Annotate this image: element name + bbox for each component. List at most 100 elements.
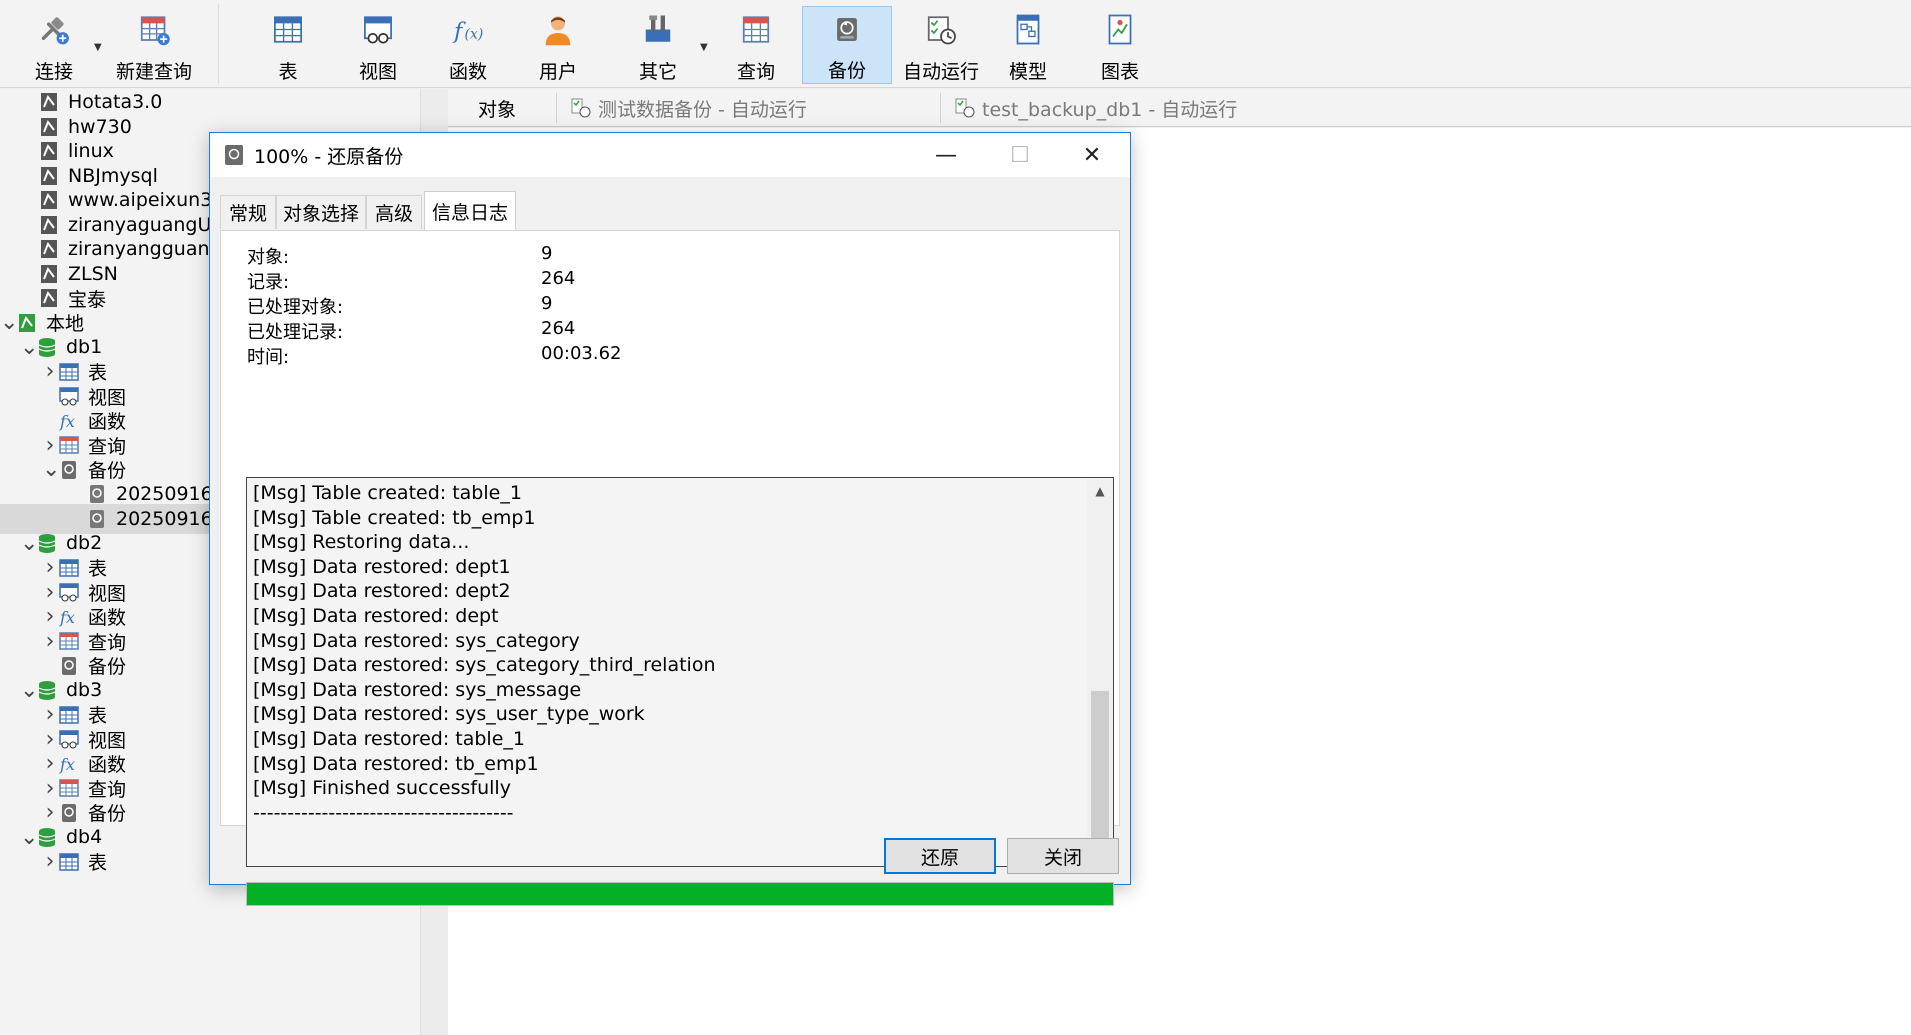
restore-backup-dialog: 100% - 还原备份 — ☐ ✕ 常规 对象选择 高级 信息日志 对象: 9 …	[209, 132, 1131, 906]
backup-file-icon	[90, 509, 104, 528]
table-icon	[59, 705, 79, 724]
query-icon	[742, 16, 770, 43]
log-line: [Msg] Data restored: dept1	[253, 555, 511, 578]
database-icon	[38, 828, 56, 847]
toolbar-label: 图表	[1100, 61, 1139, 83]
database-icon	[38, 681, 56, 700]
tree-item-label: ZLSN	[68, 262, 118, 285]
stat-objects-value: 9	[541, 243, 553, 264]
other-dropdown-caret[interactable]: ▼	[700, 42, 708, 53]
user-icon	[545, 16, 571, 46]
model-button[interactable]: 模型	[992, 6, 1064, 84]
tab-info-log[interactable]: 信息日志	[424, 191, 516, 231]
connect-dropdown-caret[interactable]: ▼	[94, 42, 102, 53]
tree-item-label: db3	[66, 679, 103, 701]
tab-label: 信息日志	[431, 202, 508, 224]
tab-label: 对象选择	[282, 203, 359, 225]
connection-active-icon	[19, 313, 35, 332]
stat-records-label: 记录:	[247, 272, 290, 293]
schedule-button[interactable]: 自动运行	[896, 6, 986, 84]
database-icon	[38, 534, 56, 553]
tree-item-label: ziranyaguangUat	[68, 213, 231, 236]
tab-label: 对象	[478, 98, 517, 121]
connection-icon	[41, 240, 57, 258]
log-line: [Msg] Data restored: tb_emp1	[253, 752, 539, 775]
tab-advanced[interactable]: 高级	[366, 195, 422, 229]
view-button[interactable]: 视图	[342, 6, 414, 84]
schedule-icon	[927, 16, 956, 45]
close-window-button[interactable]: ✕	[1056, 133, 1128, 177]
connect-button[interactable]: 连接	[18, 6, 90, 84]
toolbar-separator	[218, 4, 219, 84]
query-icon	[59, 779, 79, 797]
toolbar-label: 新建查询	[115, 61, 192, 83]
log-scrollbar[interactable]: ▲ ▼	[1087, 478, 1113, 866]
auto-run-icon	[955, 98, 975, 118]
chevron-right-icon[interactable]: ›	[42, 849, 58, 874]
backup-icon	[62, 656, 76, 675]
close-icon: ✕	[1082, 142, 1102, 168]
backup-icon	[837, 17, 857, 42]
tab-separator	[940, 93, 941, 123]
tab-test-backup-db1[interactable]: test_backup_db1 - 自动运行	[944, 89, 1344, 127]
info-log-panel: 对象: 9 记录: 264 已处理对象: 9 已处理记录: 264 时间: 00…	[220, 230, 1120, 906]
message-log[interactable]: [Msg] Table created: table_1 [Msg] Table …	[246, 477, 1114, 867]
new-query-icon	[140, 16, 170, 46]
stat-processed-records-label: 已处理记录:	[247, 322, 344, 343]
log-line: [Msg] Data restored: sys_category	[253, 629, 580, 652]
connect-icon	[41, 17, 69, 45]
stat-records-value: 264	[541, 268, 576, 289]
svg-text:(x): (x)	[465, 26, 484, 42]
minimize-button[interactable]: —	[910, 133, 982, 177]
connection-icon	[41, 215, 57, 234]
log-line: [Msg] Data restored: sys_user_type_work	[253, 703, 645, 726]
view-icon	[59, 387, 79, 406]
table-button[interactable]: 表	[252, 6, 324, 84]
button-label: 还原	[920, 846, 959, 869]
query-icon	[59, 632, 79, 650]
backup-button[interactable]: 备份	[802, 6, 892, 84]
chart-button[interactable]: 图表	[1084, 6, 1156, 84]
tab-object-selection[interactable]: 对象选择	[276, 195, 366, 229]
connection-icon	[41, 264, 57, 283]
toolbar-label: 其它	[638, 61, 677, 83]
user-button[interactable]: 用户	[522, 6, 594, 84]
connection-icon	[41, 93, 57, 111]
tab-general[interactable]: 常规	[220, 195, 276, 229]
backup-file-icon	[90, 485, 104, 503]
restore-progress-bar	[246, 882, 1114, 906]
stat-time-value: 00:03.62	[541, 343, 622, 364]
connection-icon	[41, 142, 57, 160]
chart-icon	[1108, 14, 1132, 45]
toolbar-label: 用户	[538, 61, 577, 83]
query-button[interactable]: 查询	[720, 6, 792, 84]
function-icon: f (x)	[452, 18, 484, 44]
table-icon	[59, 558, 79, 577]
restore-button[interactable]: 还原	[884, 838, 996, 874]
minimize-icon: —	[935, 142, 957, 168]
svg-text:fx: fx	[59, 412, 75, 431]
function-button[interactable]: f (x) 函数	[432, 6, 504, 84]
toolbar-label: 表	[278, 61, 298, 83]
function-icon: fx	[59, 755, 75, 774]
log-line: [Msg] Finished successfully	[253, 777, 511, 800]
toolbar-label: 备份	[827, 60, 866, 82]
scroll-up-icon[interactable]: ▲	[1093, 484, 1107, 498]
close-button[interactable]: 关闭	[1007, 838, 1119, 874]
connection-icon	[41, 117, 57, 136]
scroll-thumb[interactable]	[1091, 691, 1109, 841]
dialog-titlebar[interactable]: 100% - 还原备份 — ☐ ✕	[210, 133, 1130, 177]
stat-processed-records-value: 264	[541, 318, 576, 339]
view-icon	[59, 730, 79, 749]
tab-label: 测试数据备份 - 自动运行	[598, 98, 807, 121]
tab-objects[interactable]: 对象	[468, 89, 568, 127]
view-icon	[59, 583, 79, 602]
new-query-button[interactable]: 新建查询	[108, 6, 200, 84]
tree-item-label: db1	[66, 336, 103, 358]
other-button[interactable]: 其它	[622, 6, 694, 84]
backup-icon	[62, 803, 76, 822]
connection-icon	[41, 191, 57, 209]
tree-item-label: 20250916	[116, 483, 213, 505]
tab-test-data-backup[interactable]: 测试数据备份 - 自动运行	[560, 89, 922, 127]
stat-objects-label: 对象:	[247, 247, 290, 268]
